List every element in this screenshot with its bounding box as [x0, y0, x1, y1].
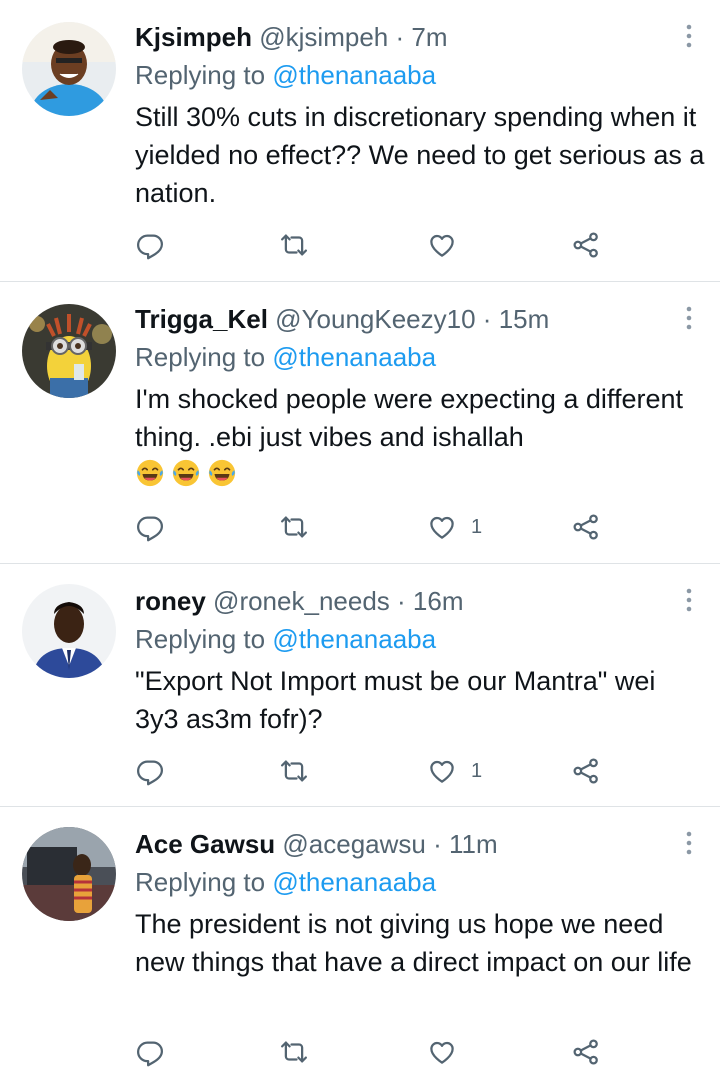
share-icon — [571, 756, 601, 786]
avatar[interactable] — [22, 304, 116, 398]
reply-to-handle[interactable]: @thenanaaba — [272, 342, 436, 372]
avatar[interactable] — [22, 584, 116, 678]
display-name[interactable]: Kjsimpeh — [135, 22, 252, 52]
tweet-card[interactable]: Kjsimpeh @kjsimpeh · 7m Replying to @the… — [0, 0, 720, 282]
share-button[interactable] — [571, 228, 601, 262]
more-options-icon[interactable] — [682, 586, 696, 614]
tweet-header: Kjsimpeh @kjsimpeh · 7m — [135, 20, 448, 54]
replying-prefix: Replying to — [135, 342, 273, 372]
heart-icon — [427, 756, 457, 786]
display-name[interactable]: roney — [135, 586, 206, 616]
reply-to-handle[interactable]: @thenanaaba — [272, 867, 436, 897]
replying-prefix: Replying to — [135, 867, 273, 897]
separator-dot: · — [482, 304, 492, 334]
reply-button[interactable] — [135, 754, 165, 788]
share-button[interactable] — [571, 510, 601, 544]
tweet-card[interactable]: roney @ronek_needs · 16m Replying to @th… — [0, 564, 720, 807]
retweet-icon — [279, 230, 309, 260]
heart-icon — [427, 230, 457, 260]
more-options-icon[interactable] — [682, 22, 696, 50]
reply-to-handle[interactable]: @thenanaaba — [272, 624, 436, 654]
action-bar: 1 — [135, 754, 615, 788]
retweet-button[interactable] — [279, 510, 309, 544]
more-options-icon[interactable] — [682, 304, 696, 332]
timestamp[interactable]: 16m — [413, 586, 464, 616]
retweet-icon — [279, 1037, 309, 1067]
share-button[interactable] — [571, 754, 601, 788]
avatar[interactable] — [22, 827, 116, 921]
replying-to: Replying to @thenanaaba — [135, 622, 436, 656]
timestamp[interactable]: 7m — [411, 22, 447, 52]
user-handle[interactable]: @YoungKeezy10 — [275, 304, 475, 334]
reply-icon — [135, 756, 165, 786]
heart-icon — [427, 512, 457, 542]
retweet-button[interactable] — [279, 1035, 309, 1069]
timestamp[interactable]: 15m — [499, 304, 550, 334]
user-handle[interactable]: @ronek_needs — [213, 586, 390, 616]
replying-to: Replying to @thenanaaba — [135, 58, 436, 92]
reply-button[interactable] — [135, 510, 165, 544]
reply-to-handle[interactable]: @thenanaaba — [272, 60, 436, 90]
share-button[interactable] — [571, 1035, 601, 1069]
share-icon — [571, 1037, 601, 1067]
face-with-tears-of-joy-icon — [135, 458, 165, 488]
reply-icon — [135, 230, 165, 260]
tweet-card[interactable]: Trigga_Kel @YoungKeezy10 · 15m Replying … — [0, 282, 720, 564]
replying-prefix: Replying to — [135, 624, 273, 654]
tweet-text-content: I'm shocked people were expecting a diff… — [135, 384, 683, 452]
share-icon — [571, 512, 601, 542]
tweet-text: I'm shocked people were expecting a diff… — [135, 380, 705, 494]
more-options-icon[interactable] — [682, 829, 696, 857]
tweet-text: The president is not giving us hope we n… — [135, 909, 692, 977]
tweet-header: Trigga_Kel @YoungKeezy10 · 15m — [135, 302, 549, 336]
action-bar — [135, 228, 615, 262]
tweet-text: "Export Not Import must be our Mantra" w… — [135, 666, 656, 734]
display-name[interactable]: Ace Gawsu — [135, 829, 275, 859]
separator-dot: · — [395, 22, 405, 52]
face-with-tears-of-joy-icon — [207, 458, 237, 488]
like-count: 1 — [471, 515, 483, 538]
reply-icon — [135, 512, 165, 542]
retweet-button[interactable] — [279, 228, 309, 262]
avatar[interactable] — [22, 22, 116, 116]
reply-button[interactable] — [135, 228, 165, 262]
tweet-header: Ace Gawsu @acegawsu · 11m — [135, 827, 498, 861]
timestamp[interactable]: 11m — [449, 829, 498, 859]
face-with-tears-of-joy-icon — [171, 458, 201, 488]
replying-prefix: Replying to — [135, 60, 273, 90]
user-handle[interactable]: @kjsimpeh — [259, 22, 388, 52]
like-count: 1 — [471, 759, 483, 782]
like-button[interactable] — [427, 228, 471, 262]
reply-icon — [135, 1037, 165, 1067]
share-icon — [571, 230, 601, 260]
separator-dot: · — [433, 829, 442, 859]
tweet-card[interactable]: Ace Gawsu @acegawsu · 11m Replying to @t… — [0, 807, 720, 1085]
replying-to: Replying to @thenanaaba — [135, 340, 436, 374]
user-handle[interactable]: @acegawsu — [282, 829, 425, 859]
like-button[interactable] — [427, 1035, 471, 1069]
retweet-icon — [279, 512, 309, 542]
heart-icon — [427, 1037, 457, 1067]
tweet-header: roney @ronek_needs · 16m — [135, 584, 464, 618]
like-button[interactable]: 1 — [427, 754, 482, 788]
like-button[interactable]: 1 — [427, 510, 482, 544]
separator-dot: · — [397, 586, 406, 616]
action-bar — [135, 1035, 615, 1069]
replying-to: Replying to @thenanaaba — [135, 865, 436, 899]
tweet-text: Still 30% cuts in discretionary spending… — [135, 102, 705, 208]
reply-button[interactable] — [135, 1035, 165, 1069]
retweet-button[interactable] — [279, 754, 309, 788]
retweet-icon — [279, 756, 309, 786]
action-bar: 1 — [135, 510, 615, 544]
display-name[interactable]: Trigga_Kel — [135, 304, 268, 334]
